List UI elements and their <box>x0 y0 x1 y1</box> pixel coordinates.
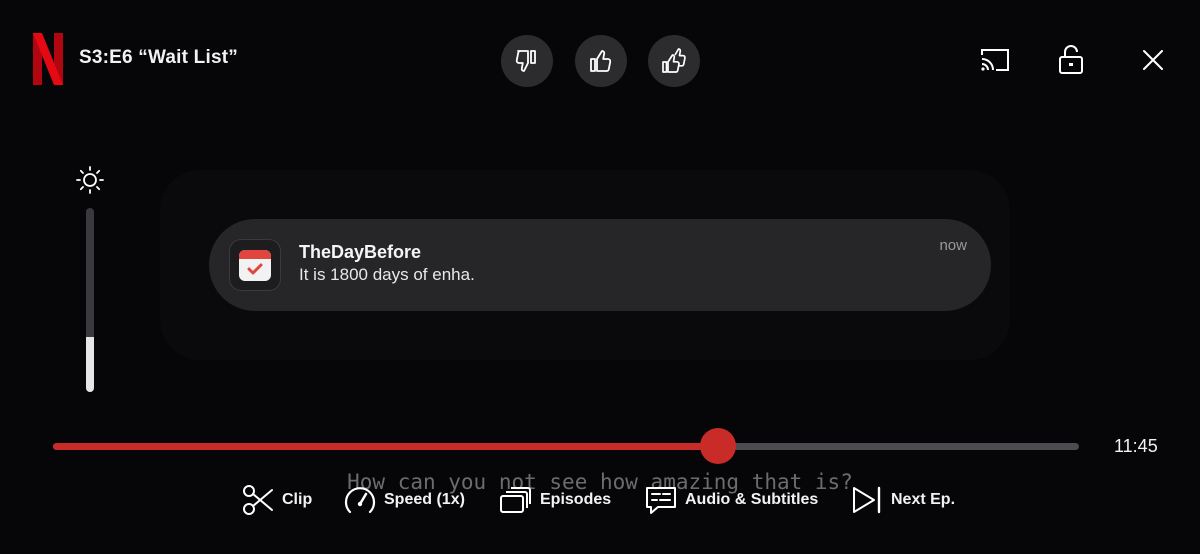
notification-time: now <box>939 237 967 254</box>
scrubber-handle[interactable] <box>699 428 736 464</box>
thumbs-down-icon <box>515 50 536 72</box>
speed-button[interactable]: Speed (1x) <box>342 482 465 518</box>
thumbs-up-icon <box>590 50 612 72</box>
speed-label: Speed (1x) <box>384 491 465 508</box>
clip-button[interactable]: Clip <box>240 482 312 518</box>
time-remaining: 11:45 <box>1114 436 1158 456</box>
brightness-slider[interactable] <box>86 208 94 392</box>
subtitles-icon <box>646 487 676 514</box>
netflix-logo <box>33 33 63 85</box>
close-icon <box>1143 50 1163 70</box>
episodes-label: Episodes <box>540 491 612 508</box>
scissors-icon <box>243 485 273 515</box>
brightness-icon <box>74 164 106 196</box>
thumbs-down-button[interactable] <box>501 35 553 87</box>
close-button[interactable] <box>1135 42 1171 78</box>
lock-button[interactable] <box>1053 42 1089 78</box>
next-episode-label: Next Ep. <box>891 491 956 508</box>
audio-subtitles-button[interactable]: Audio & Subtitles <box>643 482 818 518</box>
cast-icon <box>981 49 1009 71</box>
unlock-icon <box>1059 45 1083 74</box>
notification-banner[interactable]: TheDayBefore It is 1800 days of enha. no… <box>209 219 991 311</box>
brightness-level <box>86 336 94 392</box>
next-episode-icon <box>853 486 881 514</box>
next-episode-button[interactable]: Next Ep. <box>849 482 955 518</box>
playback-scrubber[interactable] <box>53 428 1079 464</box>
double-thumbs-up-icon <box>662 48 686 73</box>
cast-button[interactable] <box>977 42 1013 78</box>
speedometer-icon <box>344 487 376 514</box>
love-this-button[interactable] <box>648 35 700 87</box>
episodes-icon <box>500 487 531 513</box>
audio-subtitles-label: Audio & Subtitles <box>685 491 819 508</box>
calendar-app-icon <box>229 239 281 291</box>
episodes-button[interactable]: Episodes <box>498 482 611 518</box>
episode-title: S3:E6 “Wait List” <box>79 47 238 68</box>
notification-app-name: TheDayBefore <box>299 242 422 262</box>
notification-message: It is 1800 days of enha. <box>299 265 475 284</box>
thumbs-up-button[interactable] <box>575 35 627 87</box>
playback-progress <box>53 443 718 450</box>
clip-label: Clip <box>282 491 313 508</box>
